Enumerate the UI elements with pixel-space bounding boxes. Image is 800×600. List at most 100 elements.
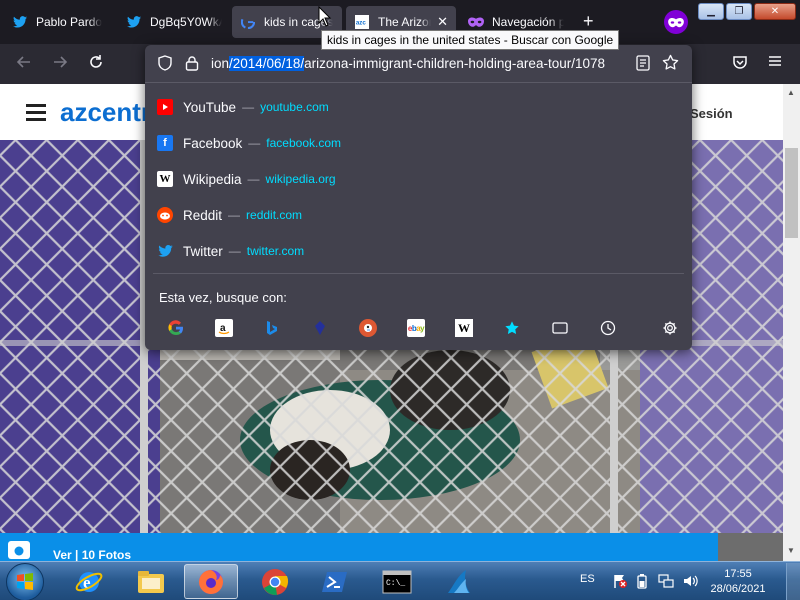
url-prefix: ion — [211, 56, 230, 71]
tab-dgbq[interactable]: DgBq5Y0WkA — [118, 6, 230, 38]
photo-gallery-bar[interactable]: Ver | 10 Fotos — [0, 533, 718, 561]
show-desktop-button[interactable] — [786, 563, 800, 600]
back-button[interactable] — [14, 54, 34, 74]
azcentral-icon: azc — [354, 14, 370, 30]
amazon-icon[interactable]: a — [215, 319, 233, 337]
language-indicator[interactable]: ES — [580, 573, 595, 585]
pocket-button[interactable] — [732, 54, 748, 75]
page-scrollbar[interactable]: ▲ ▼ — [783, 84, 800, 561]
windows-logo-icon — [17, 573, 33, 590]
urlbar-dropdown: ion/2014/06/18/arizona-immigrant-childre… — [145, 45, 692, 350]
reader-view-icon[interactable] — [636, 55, 650, 74]
bookmark-star-icon[interactable] — [662, 54, 679, 74]
bing-icon[interactable] — [263, 319, 281, 337]
hamburger-menu-icon — [769, 56, 781, 66]
google-icon — [240, 14, 256, 30]
suggestion-url: facebook.com — [266, 136, 342, 150]
suggestion-youtube[interactable]: YouTube — youtube.com — [145, 89, 692, 125]
suggestion-twitter[interactable]: Twitter — twitter.com — [145, 233, 692, 269]
suggestion-reddit[interactable]: Reddit — reddit.com — [145, 197, 692, 233]
suggestion-separator: — — [228, 244, 241, 258]
battery-icon[interactable] — [637, 573, 647, 589]
wikipedia-icon: W — [157, 171, 173, 187]
chrome-icon[interactable] — [248, 564, 302, 599]
mercadolibre-icon[interactable] — [311, 319, 329, 337]
reload-button[interactable] — [86, 54, 106, 74]
suggestion-separator: — — [228, 208, 241, 222]
scrollbar-thumb[interactable] — [785, 148, 798, 238]
pocket-icon — [733, 56, 747, 69]
svg-text:azc: azc — [356, 20, 366, 27]
forward-button[interactable] — [50, 54, 70, 74]
minimize-button[interactable]: ▁ — [698, 3, 724, 20]
suggestion-wikipedia[interactable]: W Wikipedia — wikipedia.org — [145, 161, 692, 197]
firefox-icon[interactable] — [184, 564, 238, 599]
close-tab-icon[interactable]: ✕ — [437, 14, 448, 30]
new-tab-button[interactable]: + — [583, 12, 594, 30]
suggestion-title: Twitter — [183, 243, 223, 259]
clock-time: 17:55 — [724, 568, 752, 580]
history-icon[interactable] — [599, 319, 617, 337]
action-center-flag-icon[interactable] — [612, 573, 628, 589]
wikipedia-icon[interactable]: W — [455, 319, 473, 337]
private-mask-icon — [468, 14, 484, 30]
duckduckgo-icon[interactable] — [359, 319, 377, 337]
volume-icon[interactable] — [682, 573, 698, 589]
scroll-down-icon[interactable]: ▼ — [787, 546, 795, 555]
suggestion-url: reddit.com — [246, 208, 303, 222]
site-menu-icon[interactable] — [26, 104, 46, 125]
internet-explorer-icon[interactable]: e — [62, 564, 116, 599]
suggestion-title: Facebook — [183, 135, 243, 151]
powershell-icon[interactable] — [308, 564, 362, 599]
start-button[interactable] — [6, 563, 44, 600]
tab-title: The Arizon — [378, 15, 432, 29]
app-menu-button[interactable] — [768, 54, 782, 73]
twitter-icon — [12, 14, 28, 30]
mouse-cursor-icon — [318, 6, 332, 27]
svg-text:C:\_: C:\_ — [386, 579, 405, 588]
suggestion-title: Wikipedia — [183, 171, 242, 187]
youtube-icon — [157, 99, 173, 115]
facebook-icon: f — [157, 135, 173, 151]
url-bar[interactable]: ion/2014/06/18/arizona-immigrant-childre… — [145, 45, 692, 83]
suggestion-title: YouTube — [183, 99, 237, 115]
wireshark-icon[interactable] — [432, 564, 486, 599]
photo-gallery-label[interactable]: Ver | 10 Fotos — [53, 548, 131, 561]
maximize-button[interactable]: ❐ — [726, 3, 752, 20]
tab-title: DgBq5Y0WkA — [150, 15, 222, 29]
clock-date: 28/06/2021 — [710, 583, 766, 595]
cmd-icon[interactable]: C:\_ — [370, 564, 424, 599]
url-suffix: arizona-immigrant-children-holding-area-… — [304, 56, 605, 71]
reload-icon — [90, 55, 102, 68]
ebay-icon[interactable]: ebay — [407, 319, 425, 337]
settings-icon[interactable] — [661, 319, 679, 337]
twitter-icon — [157, 243, 173, 259]
suggestion-url: wikipedia.org — [265, 172, 336, 186]
forward-arrow-icon — [54, 56, 68, 68]
system-clock[interactable]: 17:55 28/06/2021 — [706, 567, 770, 597]
url-selection: /2014/06/18/ — [229, 56, 305, 71]
tracking-protection-shield-icon[interactable] — [157, 55, 173, 74]
suggestion-separator: — — [248, 136, 261, 150]
suggestion-url: youtube.com — [260, 100, 329, 114]
login-link[interactable]: Sesión — [690, 106, 733, 121]
google-icon[interactable] — [167, 319, 185, 337]
suggestion-facebook[interactable]: f Facebook — facebook.com — [145, 125, 692, 161]
windows-taskbar: e C:\_ ES 17:55 28/06/2021 — [0, 561, 800, 600]
suggestion-separator: — — [247, 172, 260, 186]
one-off-search-label: Esta vez, busque con: — [159, 290, 287, 305]
tab-pablo-pardo[interactable]: Pablo Pardo — [4, 6, 116, 38]
twitter-icon — [126, 14, 142, 30]
bookmarks-star-icon[interactable] — [503, 319, 521, 337]
suggestion-url: twitter.com — [246, 244, 305, 258]
scroll-up-icon[interactable]: ▲ — [787, 88, 795, 97]
close-window-button[interactable]: ✕ — [754, 3, 796, 20]
tabs-icon[interactable] — [551, 319, 569, 337]
file-explorer-icon[interactable] — [124, 564, 178, 599]
tab-title: Pablo Pardo — [36, 15, 103, 29]
one-off-search-engines: a ebay W — [163, 319, 683, 337]
lock-icon[interactable] — [185, 55, 199, 74]
private-browsing-indicator-icon — [664, 10, 688, 34]
network-icon[interactable] — [658, 573, 674, 589]
url-input[interactable]: ion/2014/06/18/arizona-immigrant-childre… — [211, 56, 629, 71]
